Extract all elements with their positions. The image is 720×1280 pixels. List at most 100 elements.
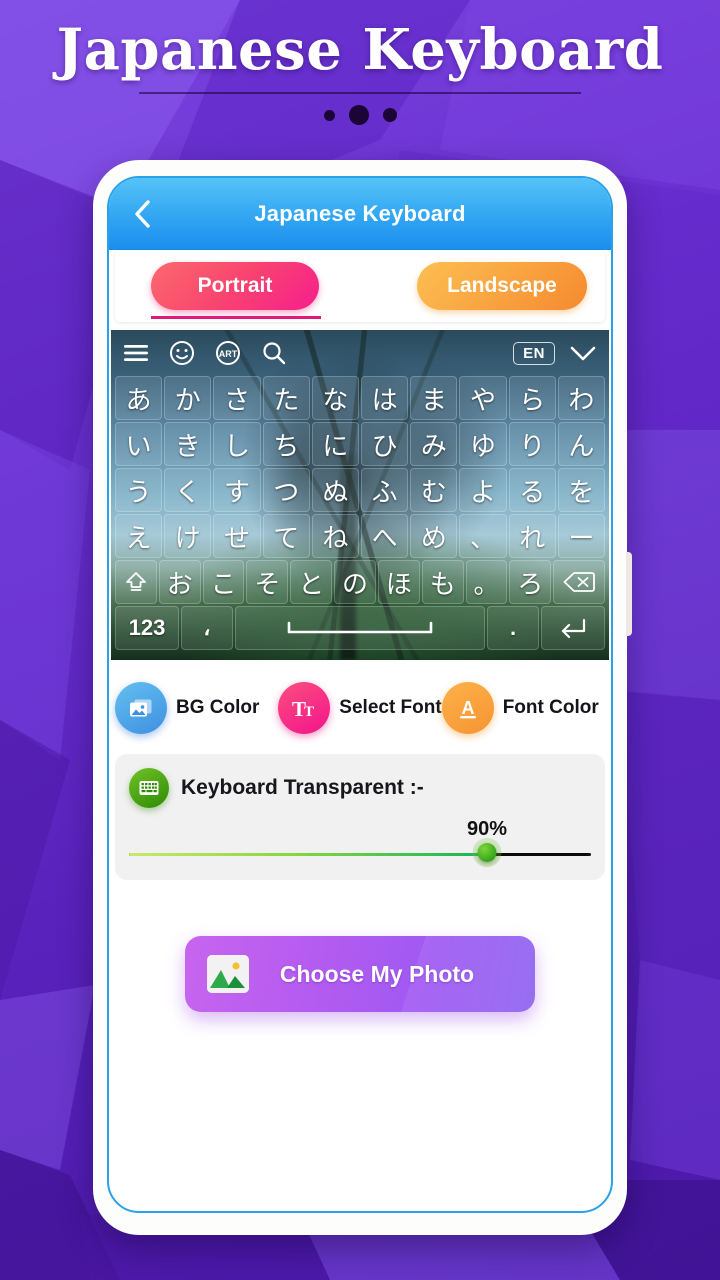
keyboard-keys: あかさたなはまやらわ いきしちにひみゆりん うくすつぬふむよるを えけせてねへめ… <box>111 376 609 656</box>
key-3-8[interactable]: れ <box>508 514 556 558</box>
key-2-7[interactable]: よ <box>459 468 507 512</box>
space-bar-icon <box>287 621 433 634</box>
hamburger-menu-icon[interactable] <box>123 343 149 363</box>
key-3-6[interactable]: め <box>410 514 458 558</box>
key-ho[interactable]: ほ <box>377 560 420 604</box>
tab-selected-underline <box>151 316 321 319</box>
keyboard-preview: ART EN あ か さ た な は ま や ら わ い き し ち に ひ み… <box>111 330 609 660</box>
key-1-5[interactable]: ひ <box>361 422 409 466</box>
key-mo[interactable]: も <box>421 560 464 604</box>
keyboard-row-1: あかさたなはまやらわ <box>113 376 607 420</box>
key-3-2[interactable]: せ <box>213 514 261 558</box>
key-3-7[interactable]: 、 <box>459 514 507 558</box>
key-1-8[interactable]: り <box>508 422 556 466</box>
key-2-8[interactable]: る <box>508 468 556 512</box>
key-to[interactable]: と <box>290 560 333 604</box>
key-0-1[interactable]: か <box>164 376 212 420</box>
backspace-delete-icon-key[interactable] <box>553 560 606 604</box>
key-3-0[interactable]: え <box>115 514 163 558</box>
key-ko[interactable]: こ <box>202 560 245 604</box>
smiley-icon[interactable] <box>169 340 195 366</box>
keyboard-row-3: うくすつぬふむよるを <box>113 468 607 512</box>
choose-photo-area: Choose My Photo <box>109 936 611 1012</box>
key-maru[interactable]: 。 <box>465 560 508 604</box>
key-3-1[interactable]: け <box>164 514 212 558</box>
key-o[interactable]: お <box>158 560 201 604</box>
key-2-0[interactable]: う <box>115 468 163 512</box>
search-icon[interactable] <box>261 340 287 366</box>
key-1-0[interactable]: い <box>115 422 163 466</box>
key-2-9[interactable]: を <box>557 468 606 512</box>
key-0-0[interactable]: あ <box>115 376 163 420</box>
back-button[interactable] <box>123 195 161 233</box>
backspace-delete-icon <box>563 572 596 592</box>
slider-fill <box>129 853 488 856</box>
slider-thumb[interactable] <box>477 843 497 862</box>
key-1-9[interactable]: ん <box>557 422 606 466</box>
key-numeric-123[interactable]: 123 <box>115 606 180 650</box>
shift-up-icon-key[interactable] <box>115 560 157 604</box>
key-comma[interactable]: ، <box>181 606 233 650</box>
keyboard-row-2: いきしちにひみゆりん <box>113 422 607 466</box>
option-bg-color[interactable]: BG Color <box>115 682 278 734</box>
tab-portrait[interactable]: Portrait <box>151 262 319 310</box>
key-1-3[interactable]: ち <box>262 422 310 466</box>
key-2-5[interactable]: ふ <box>361 468 409 512</box>
key-1-4[interactable]: に <box>311 422 360 466</box>
phone-power-button <box>626 552 632 636</box>
option-select-font[interactable]: T T Select Font <box>278 682 442 734</box>
photo-gallery-icon <box>207 955 249 993</box>
art-circle-icon[interactable]: ART <box>215 340 241 366</box>
choose-my-photo-button[interactable]: Choose My Photo <box>185 936 535 1012</box>
option-font-color-label: Font Color <box>502 697 599 718</box>
key-2-1[interactable]: く <box>164 468 212 512</box>
choose-my-photo-label: Choose My Photo <box>279 960 475 987</box>
key-period[interactable]: . <box>487 606 539 650</box>
shift-up-icon <box>126 572 146 591</box>
key-no[interactable]: の <box>334 560 376 604</box>
key-2-4[interactable]: ぬ <box>311 468 360 512</box>
key-0-6[interactable]: ま <box>410 376 458 420</box>
transparency-label: Keyboard Transparent :- <box>181 776 424 799</box>
key-enter[interactable] <box>540 606 606 650</box>
key-2-3[interactable]: つ <box>262 468 310 512</box>
app-header-title: Japanese Keyboard <box>254 201 466 226</box>
page-indicator-dots <box>0 105 720 126</box>
indicator-dot-1 <box>323 109 335 121</box>
chevron-down-icon[interactable] <box>569 343 597 363</box>
key-spacebar[interactable] <box>234 606 486 650</box>
option-font-color[interactable]: A Font Color <box>441 682 605 734</box>
indicator-dot-2 <box>348 105 369 126</box>
key-0-7[interactable]: や <box>459 376 507 420</box>
key-3-5[interactable]: へ <box>361 514 409 558</box>
keyboard-language-badge[interactable]: EN <box>513 341 555 365</box>
key-ro[interactable]: ろ <box>509 560 552 604</box>
key-0-5[interactable]: は <box>361 376 409 420</box>
key-1-2[interactable]: し <box>213 422 261 466</box>
letter-a-underline-icon: A <box>441 682 494 734</box>
key-0-8[interactable]: ら <box>508 376 556 420</box>
slider-track[interactable] <box>129 843 591 862</box>
key-0-2[interactable]: さ <box>213 376 261 420</box>
key-1-6[interactable]: み <box>410 422 458 466</box>
tab-landscape-label: Landscape <box>447 274 557 297</box>
key-3-3[interactable]: て <box>262 514 310 558</box>
key-2-6[interactable]: む <box>410 468 458 512</box>
key-3-4[interactable]: ね <box>311 514 360 558</box>
chevron-left-icon <box>135 200 150 228</box>
keyboard-row-6: 123 ، . <box>113 606 607 650</box>
page-header: Japanese Keyboard <box>0 18 720 126</box>
key-2-2[interactable]: す <box>213 468 261 512</box>
key-0-3[interactable]: た <box>262 376 310 420</box>
key-3-9[interactable]: ー <box>557 514 606 558</box>
option-select-font-label: Select Font <box>339 697 442 718</box>
key-0-4[interactable]: な <box>311 376 360 420</box>
key-1-7[interactable]: ゆ <box>459 422 507 466</box>
key-0-9[interactable]: わ <box>557 376 606 420</box>
title-divider <box>139 92 581 95</box>
key-1-1[interactable]: き <box>164 422 212 466</box>
keyboard-transparency-panel: Keyboard Transparent :- 90% <box>115 754 605 880</box>
transparency-slider[interactable]: 90% <box>129 818 591 864</box>
key-so[interactable]: そ <box>246 560 289 604</box>
tab-landscape[interactable]: Landscape <box>417 262 587 310</box>
